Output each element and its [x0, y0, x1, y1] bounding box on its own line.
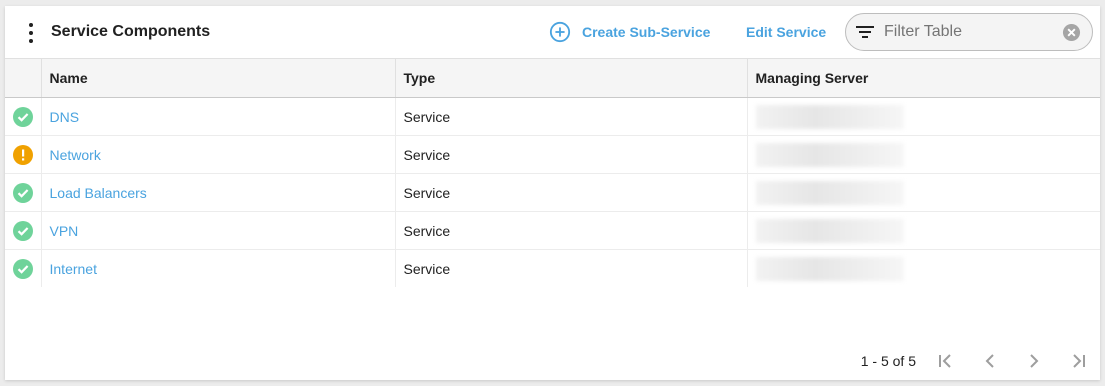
status-cell	[5, 211, 42, 250]
name-cell: Internet	[41, 249, 396, 287]
service-link[interactable]: Network	[50, 147, 101, 163]
type-cell: Service	[395, 97, 748, 136]
managing-server-cell	[747, 173, 1100, 212]
panel-header: Service Components Create Sub-Service Ed…	[5, 6, 1100, 58]
name-column-header[interactable]: Name	[41, 58, 396, 98]
last-page-icon	[1073, 354, 1085, 368]
type-cell: Service	[395, 249, 748, 287]
table-row[interactable]: DNS Service	[5, 97, 1100, 136]
redacted-server	[755, 142, 904, 167]
create-sub-service-button[interactable]: Create Sub-Service	[549, 21, 710, 43]
check-circle-icon	[12, 106, 33, 127]
check-circle-icon	[12, 220, 33, 241]
status-cell	[5, 135, 42, 174]
redacted-server	[755, 218, 904, 243]
redacted-server	[755, 256, 904, 281]
redacted-server	[755, 180, 904, 205]
service-link[interactable]: VPN	[50, 223, 79, 239]
add-circle-icon	[549, 21, 571, 43]
type-cell: Service	[395, 135, 748, 174]
filter-table-input[interactable]	[882, 22, 1056, 42]
first-page-icon	[939, 354, 951, 368]
managing-server-cell	[747, 250, 1100, 288]
name-cell: VPN	[41, 211, 396, 250]
next-page-button[interactable]	[1012, 347, 1056, 375]
service-link[interactable]: Internet	[50, 261, 97, 277]
chevron-right-icon	[1030, 354, 1039, 368]
name-cell: Network	[41, 135, 396, 174]
check-circle-icon	[12, 258, 33, 279]
pagination-summary: 1 - 5 of 5	[860, 353, 916, 369]
name-cell: Load Balancers	[41, 173, 396, 212]
first-page-button[interactable]	[924, 347, 968, 375]
type-cell: Service	[395, 211, 748, 250]
create-sub-service-label: Create Sub-Service	[582, 24, 711, 40]
name-cell: DNS	[41, 97, 396, 136]
filter-list-icon	[856, 26, 874, 38]
table-row[interactable]: Network Service	[5, 135, 1100, 174]
table-row[interactable]: VPN Service	[5, 211, 1100, 250]
service-components-panel: Service Components Create Sub-Service Ed…	[5, 6, 1100, 380]
managing-server-cell	[747, 97, 1100, 136]
status-cell	[5, 97, 42, 136]
managing-server-cell	[747, 135, 1100, 174]
last-page-button[interactable]	[1056, 347, 1100, 375]
edit-service-button[interactable]: Edit Service	[746, 24, 826, 40]
table-header-row: Name Type Managing Server	[5, 58, 1100, 98]
status-cell	[5, 173, 42, 212]
warning-circle-icon	[12, 144, 33, 165]
managing-server-cell	[747, 211, 1100, 250]
filter-table-field[interactable]	[845, 13, 1093, 51]
table-row[interactable]: Load Balancers Service	[5, 173, 1100, 212]
prev-page-button[interactable]	[968, 347, 1012, 375]
panel-title: Service Components	[51, 23, 211, 40]
redacted-server	[755, 104, 904, 129]
service-link[interactable]: DNS	[50, 109, 80, 125]
pagination: 1 - 5 of 5	[861, 346, 1100, 376]
more-vert-icon[interactable]	[25, 23, 37, 43]
status-cell	[5, 249, 42, 287]
service-components-table: Name Type Managing Server DNS Service Ne…	[5, 58, 1100, 287]
table-row[interactable]: Internet Service	[5, 249, 1100, 288]
check-circle-icon	[12, 182, 33, 203]
status-column-header	[5, 58, 42, 98]
type-column-header[interactable]: Type	[395, 58, 748, 98]
managing-server-column-header[interactable]: Managing Server	[747, 58, 1100, 98]
type-cell: Service	[395, 173, 748, 212]
chevron-left-icon	[985, 354, 994, 368]
clear-icon[interactable]	[1062, 23, 1081, 42]
service-link[interactable]: Load Balancers	[50, 185, 147, 201]
